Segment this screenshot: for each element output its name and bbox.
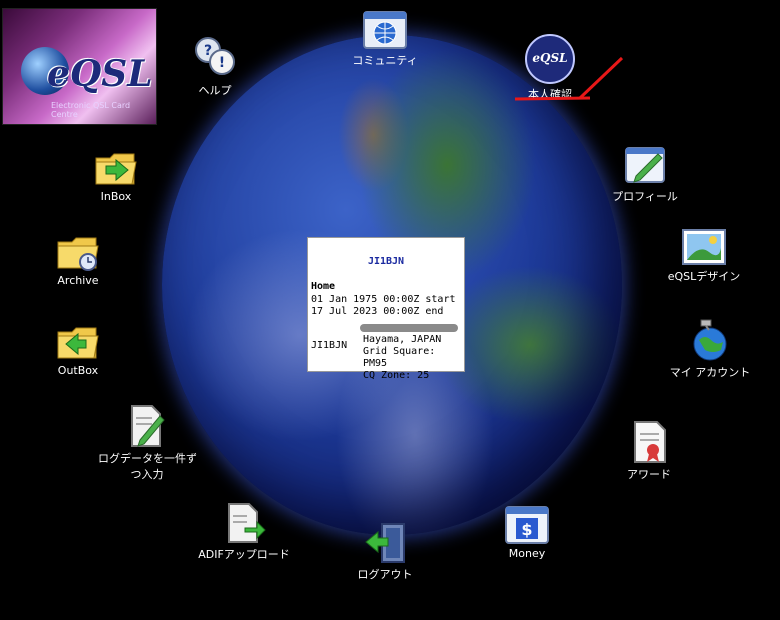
money-label: Money [508,547,546,560]
red-annotation-mark [514,56,624,101]
card-location: Hayama, JAPAN [363,334,442,345]
callsign-card: JI1BJN Home 01 Jan 1975 00:00Z start 17 … [307,237,465,381]
dollar-window-icon: $ [505,506,549,544]
card-start-date: 01 Jan 1975 00:00Z start [311,294,456,305]
community-label: コミュニティ [352,54,418,67]
certificate-icon [634,421,666,463]
callsign-link[interactable]: JI1BJN [308,256,464,267]
logo-subtitle: Electronic QSL Card Centre [51,101,131,119]
community-button[interactable]: コミュニティ [350,10,420,68]
inbox-label: InBox [100,190,132,203]
outbox-label: OutBox [57,364,99,377]
document-edit-icon [131,405,165,447]
outbox-button[interactable]: OutBox [52,322,104,377]
archive-label: Archive [57,274,99,287]
outbox-folder-icon [57,327,99,359]
card-divider-bar [360,324,458,332]
archive-button[interactable]: Archive [52,232,104,287]
eqsl-logo[interactable]: eQSL Electronic QSL Card Centre [2,8,157,125]
log-entry-label-line1: ログデータを一件ず [98,452,197,465]
logo-brand-text: eQSL [47,53,153,95]
card-section-title: Home [311,281,336,292]
profile-edit-icon [625,147,665,183]
logout-label: ログアウト [357,568,413,581]
globe-satellite-icon [693,319,727,361]
profile-button[interactable]: プロフィール [600,144,690,204]
eqsl-design-label: eQSLデザイン [667,270,741,283]
money-button[interactable]: $ Money [502,505,552,560]
adif-upload-button[interactable]: ADIFアップロード [198,502,290,562]
eqsl-design-button[interactable]: eQSLデザイン [664,228,744,284]
card-location-block: Hayama, JAPAN Grid Square: PM95 CQ Zone:… [363,334,464,382]
log-entry-button[interactable]: ログデータを一件ず つ入力 [98,404,197,482]
adif-upload-label: ADIFアップロード [198,548,290,561]
award-button[interactable]: アワード [620,420,678,482]
logout-button[interactable]: ログアウト [352,520,418,582]
card-cq-zone: CQ Zone: 25 [363,370,430,381]
logout-door-icon [365,523,405,563]
svg-text:$: $ [521,520,532,539]
award-label: アワード [627,468,671,481]
profile-label: プロフィール [612,190,678,203]
adif-upload-icon [228,503,266,543]
picture-icon [682,229,726,265]
card-end-date: 17 Jul 2023 00:00Z end [311,306,444,317]
inbox-button[interactable]: InBox [94,148,138,203]
log-entry-label-line2: つ入力 [130,468,164,481]
card-grid-square: Grid Square: PM95 [363,346,436,369]
help-button[interactable]: ? ! ヘルプ [190,36,240,98]
svg-text:!: ! [219,55,225,71]
qsl-card-image: JI1BJN [311,340,348,351]
help-icon: ? ! [195,37,235,75]
archive-folder-clock-icon [57,237,99,271]
my-account-label: マイ アカウント [669,366,751,379]
globe-window-icon [363,11,407,49]
help-label: ヘルプ [198,84,232,97]
inbox-folder-icon [95,153,137,185]
my-account-button[interactable]: マイ アカウント [668,318,752,380]
